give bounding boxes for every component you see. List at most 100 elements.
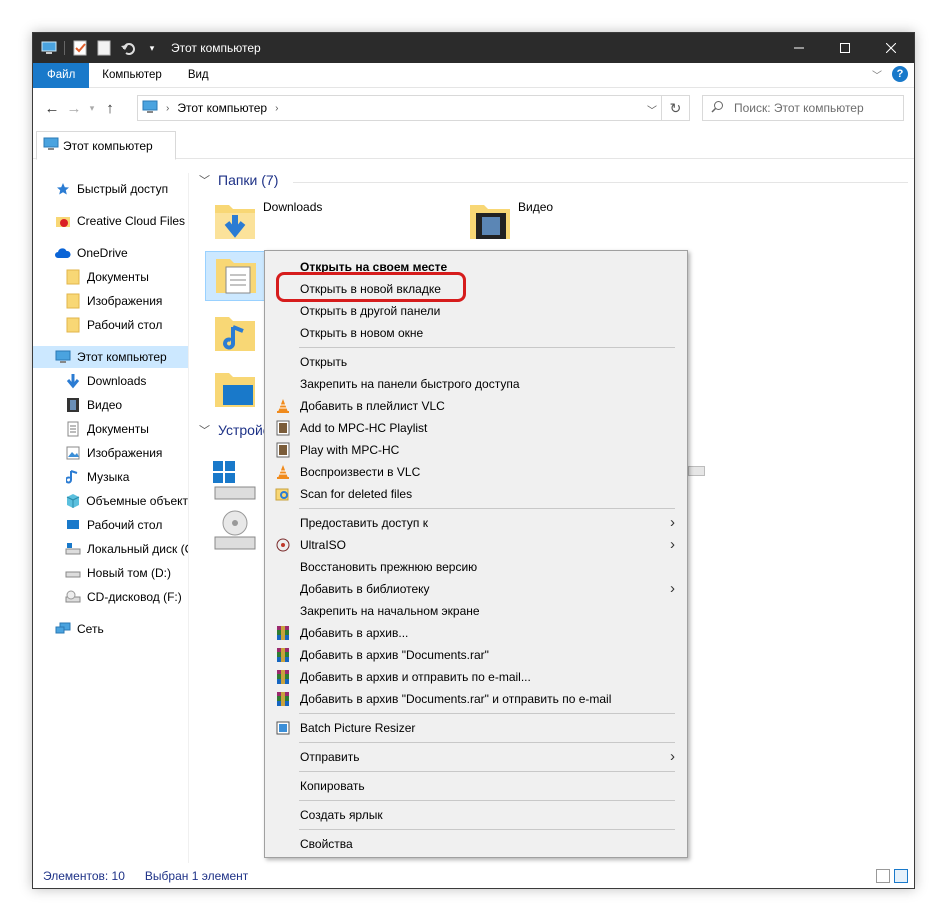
drive-usage-bar — [688, 466, 705, 476]
menu-item-open-location[interactable]: Открыть на своем месте — [267, 256, 685, 278]
menu-item-archive-rar-email[interactable]: Добавить в архив "Documents.rar" и отпра… — [267, 688, 685, 710]
nav-images[interactable]: Изображения — [33, 442, 188, 464]
help-icon[interactable]: ? — [892, 66, 908, 82]
selection-count: Выбран 1 элемент — [144, 869, 249, 883]
breadcrumb-chevron-icon[interactable]: › — [275, 103, 278, 114]
nav-onedrive-documents[interactable]: Документы — [33, 266, 188, 288]
menu-item-mpc-play[interactable]: Play with MPC-HC — [267, 439, 685, 461]
drive-icon — [65, 565, 81, 581]
close-button[interactable] — [868, 33, 914, 63]
address-bar[interactable]: › Этот компьютер › ﹀ ↻ — [137, 95, 690, 121]
menu-item-batch-resizer[interactable]: Batch Picture Resizer — [267, 717, 685, 739]
forward-button[interactable]: → — [63, 97, 85, 119]
nav-onedrive-desktop[interactable]: Рабочий стол — [33, 314, 188, 336]
ribbon-tabs: Файл Компьютер Вид ﹀ ? — [33, 62, 914, 88]
nav-downloads[interactable]: Downloads — [33, 370, 188, 392]
cd-drive-tile[interactable] — [211, 507, 259, 555]
menu-item-properties[interactable]: Свойства — [267, 833, 685, 855]
nav-network[interactable]: Сеть — [33, 618, 188, 640]
ultraiso-icon — [275, 537, 291, 553]
nav-drive-c[interactable]: Локальный диск (C:) — [33, 538, 188, 560]
menu-item-add-to-library[interactable]: Добавить в библиотеку › — [267, 578, 685, 600]
menu-item-scan-deleted[interactable]: Scan for deleted files — [267, 483, 685, 505]
folder-label: Видео — [518, 200, 554, 214]
nav-onedrive[interactable]: OneDrive — [33, 242, 188, 264]
tab-this-pc[interactable]: Этот компьютер — [36, 131, 176, 160]
folder-music[interactable] — [211, 309, 259, 357]
tiles-view-icon[interactable] — [894, 869, 908, 883]
address-row: ← → ▾ ↑ › Этот компьютер › ﹀ ↻ Поиск: Эт… — [33, 91, 914, 125]
menu-item-send-to[interactable]: Отправить › — [267, 746, 685, 768]
drive-c-tile[interactable] — [211, 457, 259, 505]
mpc-hc-icon — [275, 420, 291, 436]
minimize-button[interactable] — [776, 33, 822, 63]
nav-drive-d[interactable]: Новый том (D:) — [33, 562, 188, 584]
address-dropdown-icon[interactable]: ﹀ — [647, 102, 657, 117]
maximize-button[interactable] — [822, 33, 868, 63]
folders-group-header[interactable]: ﹀ Папки (7) — [199, 172, 278, 188]
menu-item-pin-quick-access[interactable]: Закрепить на панели быстрого доступа — [267, 373, 685, 395]
menu-item-add-archive-rar[interactable]: Добавить в архив "Documents.rar" — [267, 644, 685, 666]
menu-item-open-new-tab[interactable]: Открыть в новой вкладке — [267, 278, 685, 300]
new-folder-icon[interactable] — [95, 40, 113, 56]
folder-documents-selected[interactable] — [205, 251, 265, 301]
tab-file[interactable]: Файл — [33, 62, 90, 88]
menu-item-create-shortcut[interactable]: Создать ярлык — [267, 804, 685, 826]
folder-video[interactable]: Видео — [466, 197, 553, 245]
menu-item-vlc-play[interactable]: Воспроизвести в VLC — [267, 461, 685, 483]
nav-onedrive-images[interactable]: Изображения — [33, 290, 188, 312]
recent-locations-button[interactable]: ▾ — [85, 97, 99, 119]
breadcrumb[interactable]: Этот компьютер — [177, 101, 267, 115]
tab-computer[interactable]: Компьютер — [89, 63, 175, 88]
expand-ribbon-icon[interactable]: ﹀ — [872, 67, 882, 82]
properties-icon[interactable] — [71, 40, 89, 56]
nav-label: CD-дисковод (F:) — [87, 590, 182, 604]
nav-music[interactable]: Музыка — [33, 466, 188, 488]
menu-item-archive-email[interactable]: Добавить в архив и отправить по e-mail..… — [267, 666, 685, 688]
menu-label: Добавить в архив... — [300, 626, 409, 640]
menu-item-mpc-playlist[interactable]: Add to MPC-HC Playlist — [267, 417, 685, 439]
details-view-icon[interactable] — [876, 869, 890, 883]
view-switcher — [876, 869, 908, 883]
menu-item-vlc-playlist[interactable]: Добавить в плейлист VLC — [267, 395, 685, 417]
menu-item-restore-version[interactable]: Восстановить прежнюю версию — [267, 556, 685, 578]
image-icon — [65, 445, 81, 461]
menu-label: Добавить в архив "Documents.rar" и отпра… — [300, 692, 612, 706]
menu-label: Открыть в другой панели — [300, 304, 441, 318]
pane-divider — [188, 173, 189, 863]
customize-toolbar-icon[interactable]: ▾ — [143, 40, 161, 56]
folder-downloads[interactable]: Downloads — [211, 197, 322, 245]
up-button[interactable]: ↑ — [99, 97, 121, 119]
nav-video[interactable]: Видео — [33, 394, 188, 416]
menu-label: Добавить в архив и отправить по e-mail..… — [300, 670, 531, 684]
menu-item-open-new-window[interactable]: Открыть в новом окне — [267, 322, 685, 344]
menu-item-share-with[interactable]: Предоставить доступ к › — [267, 512, 685, 534]
nav-3d-objects[interactable]: Объемные объект — [33, 490, 188, 512]
search-input[interactable]: Поиск: Этот компьютер — [702, 95, 904, 121]
tab-view[interactable]: Вид — [175, 63, 222, 88]
nav-label: OneDrive — [77, 246, 128, 260]
title-bar: ▾ Этот компьютер — [33, 33, 914, 63]
folder-desktop[interactable] — [211, 365, 259, 413]
refresh-button[interactable]: ↻ — [661, 95, 689, 121]
menu-item-add-archive[interactable]: Добавить в архив... — [267, 622, 685, 644]
breadcrumb-chevron-icon[interactable]: › — [166, 103, 169, 114]
nav-this-pc[interactable]: Этот компьютер — [33, 346, 188, 368]
nav-desktop[interactable]: Рабочий стол — [33, 514, 188, 536]
menu-item-open[interactable]: Открыть — [267, 351, 685, 373]
nav-cd-drive[interactable]: CD-дисковод (F:) — [33, 586, 188, 608]
menu-item-copy[interactable]: Копировать — [267, 775, 685, 797]
back-button[interactable]: ← — [41, 97, 63, 119]
undo-icon[interactable] — [119, 40, 137, 56]
nav-documents[interactable]: Документы — [33, 418, 188, 440]
nav-label: Изображения — [87, 446, 163, 460]
menu-item-open-other-pane[interactable]: Открыть в другой панели — [267, 300, 685, 322]
music-icon — [65, 469, 81, 485]
video-icon — [65, 397, 81, 413]
nav-quick-access[interactable]: Быстрый доступ — [33, 178, 188, 200]
menu-item-pin-start[interactable]: Закрепить на начальном экране — [267, 600, 685, 622]
nav-creative-cloud[interactable]: Creative Cloud Files — [33, 210, 188, 232]
menu-separator — [299, 347, 675, 348]
devices-group-header[interactable]: ﹀ Устройс — [199, 422, 270, 438]
menu-item-ultraiso[interactable]: UltraISO › — [267, 534, 685, 556]
